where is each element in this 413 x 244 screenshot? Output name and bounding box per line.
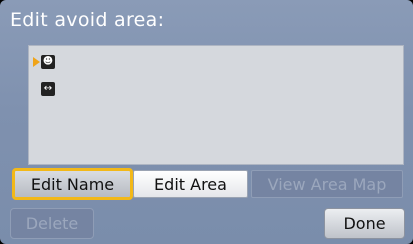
page-title: Edit avoid area:: [10, 9, 165, 31]
delete-button[interactable]: Delete: [10, 208, 94, 239]
view-area-map-button[interactable]: View Area Map: [251, 170, 403, 198]
edit-avoid-area-screen: Edit avoid area: ☻ ↔ Edit Name Edit Area…: [0, 0, 413, 244]
selection-cursor-icon: [33, 57, 40, 67]
face-icon: ☻: [41, 55, 55, 69]
edit-name-button[interactable]: Edit Name: [12, 168, 133, 200]
avoid-area-list[interactable]: ☻ ↔: [28, 45, 404, 165]
done-button[interactable]: Done: [324, 208, 405, 239]
double-arrow-icon: ↔: [41, 82, 55, 96]
list-item[interactable]: ☻: [33, 53, 55, 71]
list-item[interactable]: ↔: [41, 80, 55, 98]
edit-area-button[interactable]: Edit Area: [133, 170, 248, 198]
